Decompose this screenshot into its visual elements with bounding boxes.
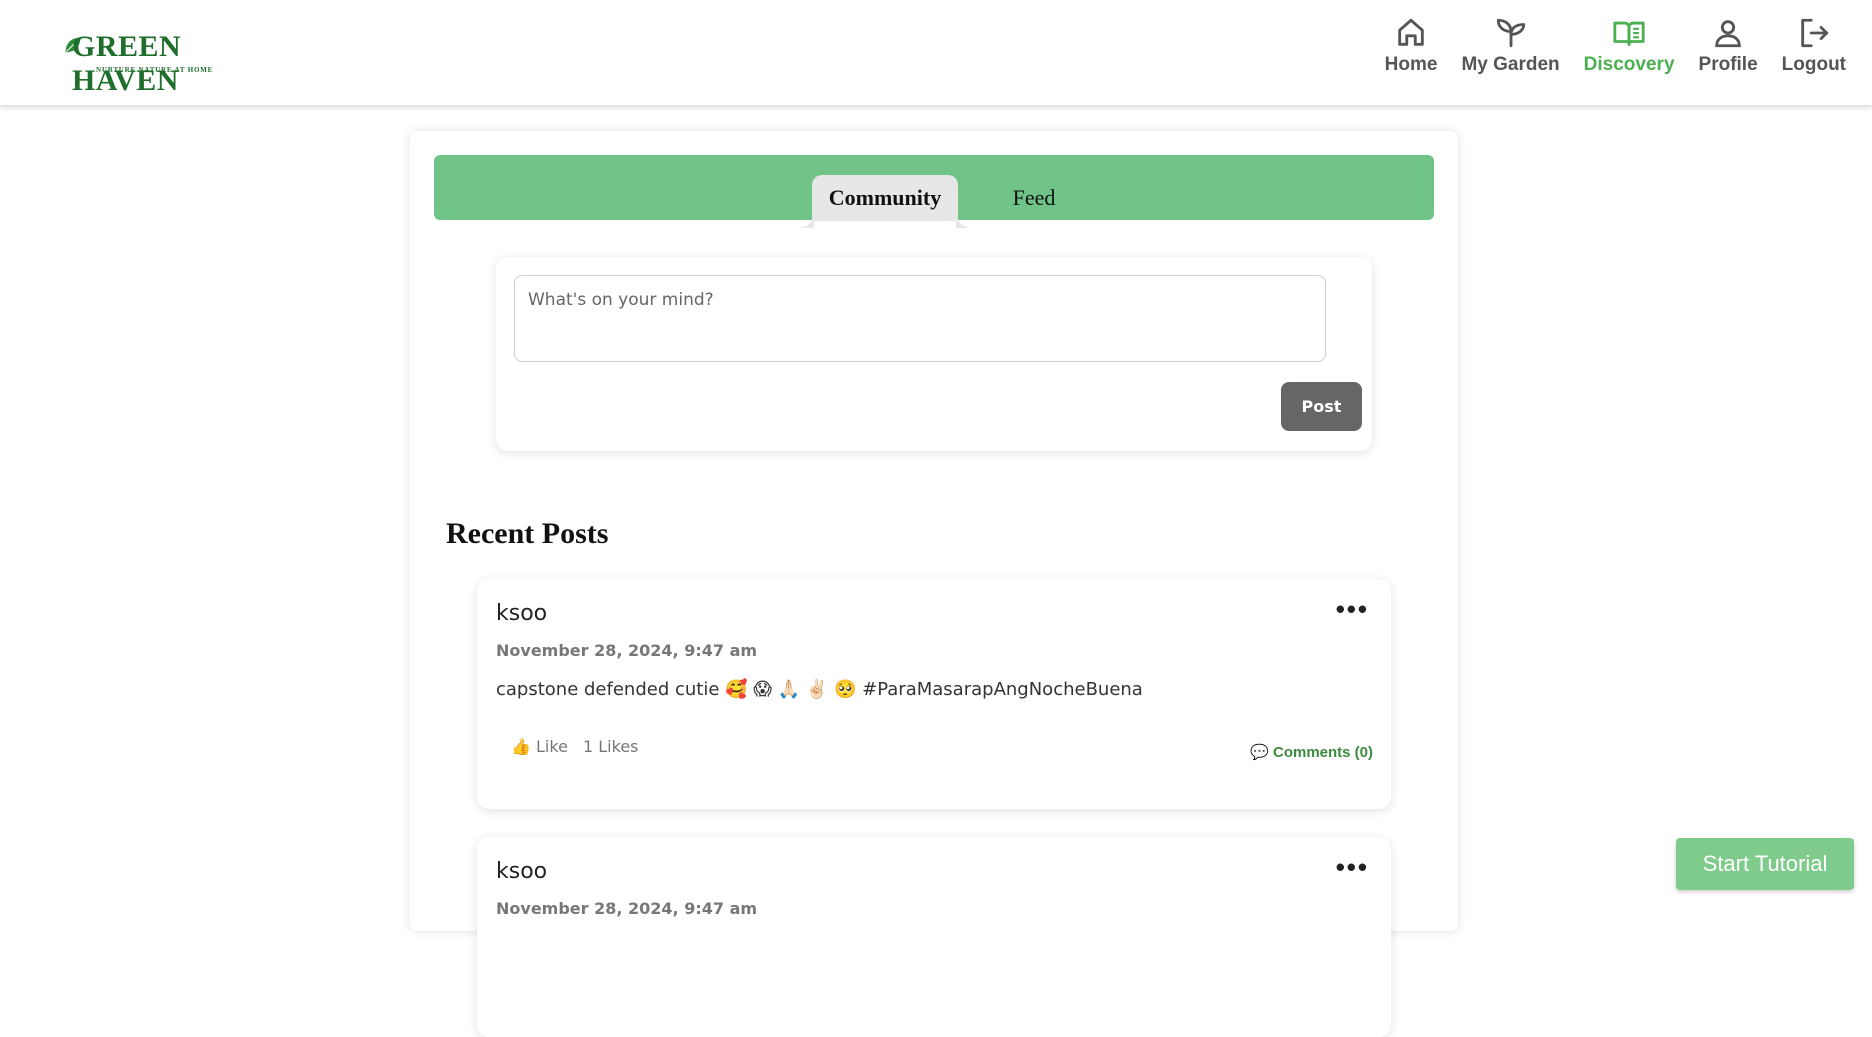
post-options-menu[interactable]: ••• bbox=[1336, 854, 1369, 880]
logout-icon bbox=[1801, 18, 1828, 48]
nav-label-logout: Logout bbox=[1781, 54, 1846, 75]
post-author[interactable]: ksoo bbox=[496, 601, 547, 626]
post-content: capstone defended cutie 🥰 😱 🙏🏻 ✌🏻 🥺 #Par… bbox=[496, 679, 1143, 700]
post-date: November 28, 2024, 9:47 am bbox=[496, 899, 758, 918]
nav-item-profile[interactable]: Profile bbox=[1687, 16, 1770, 76]
nav-item-home[interactable]: Home bbox=[1373, 16, 1450, 76]
post-input[interactable] bbox=[514, 275, 1326, 362]
top-header: GREEN HAVEN NURTURE NATURE AT HOME Home … bbox=[0, 0, 1872, 105]
post-card: ksoo November 28, 2024, 9:47 am ••• caps… bbox=[477, 579, 1391, 809]
post-card: ksoo November 28, 2024, 9:47 am ••• bbox=[477, 837, 1391, 1037]
tab-feed[interactable]: Feed bbox=[994, 175, 1074, 221]
recent-posts-heading: Recent Posts bbox=[446, 517, 609, 550]
nav-item-discovery[interactable]: Discovery bbox=[1572, 16, 1687, 76]
nav-label-profile: Profile bbox=[1698, 54, 1758, 75]
post-composer: Post bbox=[496, 257, 1372, 451]
post-date: November 28, 2024, 9:47 am bbox=[496, 641, 758, 660]
like-button[interactable]: 👍 Like bbox=[511, 737, 568, 756]
comments-link[interactable]: 💬 Comments (0) bbox=[1250, 743, 1373, 761]
nav-item-logout[interactable]: Logout bbox=[1770, 16, 1858, 76]
start-tutorial-button[interactable]: Start Tutorial bbox=[1676, 838, 1854, 890]
tab-bar: Community Feed bbox=[434, 155, 1434, 228]
community-panel: Community Feed Post Recent Posts ksoo No… bbox=[410, 131, 1458, 1037]
sprout-icon bbox=[1496, 18, 1525, 48]
nav-label-my-garden: My Garden bbox=[1461, 54, 1560, 75]
logo-wordmark: GREEN HAVEN bbox=[72, 30, 182, 97]
post-author[interactable]: ksoo bbox=[496, 859, 547, 884]
user-icon bbox=[1715, 20, 1741, 48]
nav-item-my-garden[interactable]: My Garden bbox=[1449, 16, 1571, 76]
nav-label-home: Home bbox=[1384, 54, 1438, 75]
likes-count: 1 Likes bbox=[583, 737, 639, 756]
tab-community[interactable]: Community bbox=[800, 175, 970, 228]
book-open-icon bbox=[1613, 21, 1645, 46]
post-button[interactable]: Post bbox=[1281, 382, 1362, 431]
main-nav: Home My Garden Discovery Profile Logout bbox=[1373, 16, 1858, 76]
logo-tagline: NURTURE NATURE AT HOME bbox=[96, 66, 214, 74]
post-options-menu[interactable]: ••• bbox=[1336, 596, 1369, 622]
home-icon bbox=[1398, 18, 1424, 46]
greenhaven-logo[interactable]: GREEN HAVEN NURTURE NATURE AT HOME bbox=[64, 28, 264, 97]
nav-label-discovery: Discovery bbox=[1583, 54, 1675, 75]
